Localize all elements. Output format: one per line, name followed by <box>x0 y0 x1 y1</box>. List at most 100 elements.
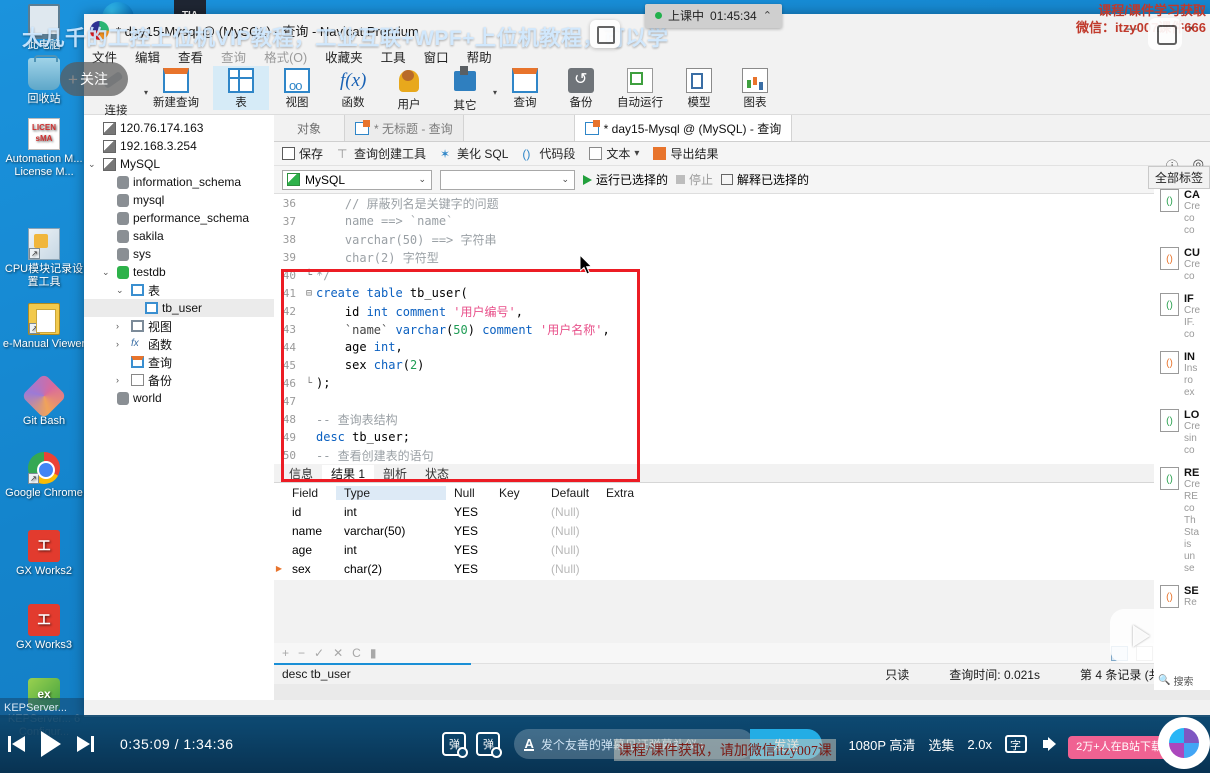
code-line[interactable]: 46 └); <box>274 374 1210 392</box>
sidebar-item-mysql[interactable]: mysql <box>84 191 274 209</box>
add-record-button[interactable]: + <box>282 646 289 660</box>
column-header-extra[interactable]: Extra <box>598 486 658 500</box>
table-row[interactable]: id int YES (Null) <box>274 502 1210 521</box>
share-overlay-icon[interactable] <box>590 20 620 48</box>
snippets-search[interactable]: 🔍 搜索 <box>1158 673 1193 688</box>
result-tab-info[interactable]: 信息 <box>280 465 322 482</box>
remove-record-button[interactable]: − <box>298 646 305 660</box>
sidebar-item-1921683254[interactable]: 192.168.3.254 <box>84 137 274 155</box>
avatar[interactable] <box>1158 717 1210 769</box>
code-line[interactable]: 47 <box>274 392 1210 410</box>
share-overlay-icon-2[interactable] <box>1148 18 1182 50</box>
chevron-up-icon[interactable]: ⌃ <box>763 9 772 22</box>
desktop-icon-cpu-tool[interactable]: ↗ CPU模块记录设置工具 <box>0 228 88 289</box>
snippet-item[interactable]: () LO Cre sin co <box>1154 405 1210 463</box>
code-line[interactable]: 45 sex char(2) <box>274 356 1210 374</box>
result-grid-body[interactable]: id int YES (Null) name varchar(50) YES (Null) ag… <box>274 502 1210 578</box>
desktop-icon-git-bash[interactable]: Git Bash <box>0 373 88 428</box>
code-line[interactable]: 38 varchar(50) ==> 字符串 <box>274 230 1210 248</box>
table-cell[interactable]: (Null) <box>543 524 598 538</box>
sidebar-item-performance_schema[interactable]: performance_schema <box>84 209 274 227</box>
chevron-right-icon[interactable]: › <box>116 375 127 385</box>
code-snippet-button[interactable]: () 代码段 <box>522 145 575 162</box>
next-button[interactable] <box>68 727 102 761</box>
result-grid[interactable]: Field Type Null Key Default Extra id int YES (Nu… <box>274 483 1210 580</box>
ribbon-view[interactable]: 视图 <box>269 66 325 110</box>
sidebar-item-world[interactable]: world <box>84 389 274 407</box>
ribbon-autorun[interactable]: 自动运行 <box>609 66 671 110</box>
export-result-button[interactable]: 导出结果 <box>653 145 718 162</box>
sidebar-item-tb_user[interactable]: tb_user <box>84 299 274 317</box>
code-line[interactable]: 44 age int, <box>274 338 1210 356</box>
desktop-icon-gx-works3[interactable]: 工 GX Works3 <box>0 604 88 652</box>
sidebar-item-testdb[interactable]: ⌄ testdb <box>84 263 274 281</box>
table-cell[interactable]: YES <box>446 524 491 538</box>
discard-change-button[interactable]: ✕ <box>333 646 343 660</box>
table-cell[interactable]: name <box>284 524 336 538</box>
ribbon-function[interactable]: f(x) 函数 <box>325 66 381 110</box>
ribbon-table[interactable]: 表 <box>213 66 270 110</box>
taskbar-item[interactable]: KEPServer... <box>4 702 67 714</box>
episodes-button[interactable]: 选集 <box>928 735 954 754</box>
stop-loading-button[interactable]: ▮ <box>370 646 377 660</box>
sidebar-item-sakila[interactable]: sakila <box>84 227 274 245</box>
beautify-sql-button[interactable]: ✶ 美化 SQL <box>440 145 508 162</box>
danmaku-setting-icon[interactable]: 弹 <box>476 732 503 758</box>
code-line[interactable]: 48 -- 查询表结构 <box>274 410 1210 428</box>
speed-selector[interactable]: 2.0x <box>967 737 992 752</box>
sidebar-item-n14[interactable]: › 备份 <box>84 371 274 389</box>
ribbon-chart[interactable]: 图表 <box>727 66 783 110</box>
class-timer-pill[interactable]: 上课中 01:45:34 ⌃ <box>645 4 782 28</box>
text-button[interactable]: 文本 ▾ <box>589 145 639 162</box>
code-line[interactable]: 43 `name` varchar(50) comment '用户名称', <box>274 320 1210 338</box>
table-cell[interactable]: (Null) <box>543 562 598 576</box>
previous-button[interactable] <box>0 727 34 761</box>
ribbon-other[interactable]: 其它 <box>437 66 493 113</box>
tab-day15-mysql-query[interactable]: * day15-Mysql @ (MySQL) - 查询 <box>573 115 793 141</box>
sidebar-item-12076174163[interactable]: 120.76.174.163 <box>84 119 274 137</box>
objects-pane-tab[interactable]: 对象 <box>274 115 344 141</box>
stop-button[interactable]: 停止 <box>676 171 713 188</box>
explain-selected-button[interactable]: 解释已选择的 <box>721 171 809 188</box>
chevron-down-icon[interactable]: ⌄ <box>116 285 127 296</box>
apply-change-button[interactable]: ✓ <box>314 646 324 660</box>
table-cell[interactable]: int <box>336 543 446 557</box>
database-select[interactable]: ⌄ <box>440 169 575 190</box>
table-row[interactable]: name varchar(50) YES (Null) <box>274 521 1210 540</box>
chevron-right-icon[interactable]: › <box>116 339 127 349</box>
sql-editor-content[interactable]: 36 // 屏蔽列名是关键字的问题 37 name ==> `name` 38 va… <box>274 194 1210 464</box>
chevron-down-icon[interactable]: ⌄ <box>561 174 569 185</box>
chevron-down-icon[interactable]: ⌄ <box>418 174 426 185</box>
table-row[interactable]: ▶ sex char(2) YES (Null) <box>274 559 1210 578</box>
connection-select[interactable]: MySQL ⌄ <box>282 169 432 190</box>
column-header-field[interactable]: Field <box>284 486 336 500</box>
code-line[interactable]: 41 ⊟ create table tb_user( <box>274 284 1210 302</box>
sidebar-item-sys[interactable]: sys <box>84 245 274 263</box>
column-header-null[interactable]: Null <box>446 486 491 500</box>
snippet-item[interactable]: () IF Cre IF. co <box>1154 289 1210 347</box>
column-header-type[interactable]: Type <box>336 485 446 500</box>
floating-play-overlay[interactable] <box>1110 609 1172 663</box>
table-row[interactable]: age int YES (Null) <box>274 540 1210 559</box>
sql-editor[interactable]: 36 // 屏蔽列名是关键字的问题 37 name ==> `name` 38 va… <box>274 194 1210 464</box>
danmaku-on-icon[interactable]: 弹 <box>442 732 469 758</box>
desktop-icon-e-manual-viewer[interactable]: ↗ e-Manual Viewer <box>0 303 88 351</box>
save-button[interactable]: 保存 <box>282 145 323 162</box>
table-cell[interactable]: char(2) <box>336 562 446 576</box>
ribbon-model[interactable]: 模型 <box>671 66 727 110</box>
table-cell[interactable]: YES <box>446 562 491 576</box>
sidebar-item-n13[interactable]: 查询 <box>84 353 274 371</box>
sidebar-item-information_schema[interactable]: information_schema <box>84 173 274 191</box>
tab-untitled-query[interactable]: * 无标题 - 查询 <box>344 115 464 141</box>
code-line[interactable]: 37 name ==> `name` <box>274 212 1210 230</box>
code-line[interactable]: 36 // 屏蔽列名是关键字的问题 <box>274 194 1210 212</box>
result-tab-profile[interactable]: 剖析 <box>374 465 416 482</box>
fold-marker[interactable]: ⊟ <box>304 288 314 299</box>
play-button[interactable] <box>34 727 68 761</box>
sidebar-item-n11[interactable]: › 视图 <box>84 317 274 335</box>
desktop-icon-automation-license[interactable]: LICEN sMA Automation M... License M... <box>0 118 88 179</box>
result-tab-result1[interactable]: 结果 1 <box>322 464 375 482</box>
table-cell[interactable]: (Null) <box>543 505 598 519</box>
snippet-item[interactable]: () IN Ins ro ex <box>1154 347 1210 405</box>
table-cell[interactable]: YES <box>446 505 491 519</box>
